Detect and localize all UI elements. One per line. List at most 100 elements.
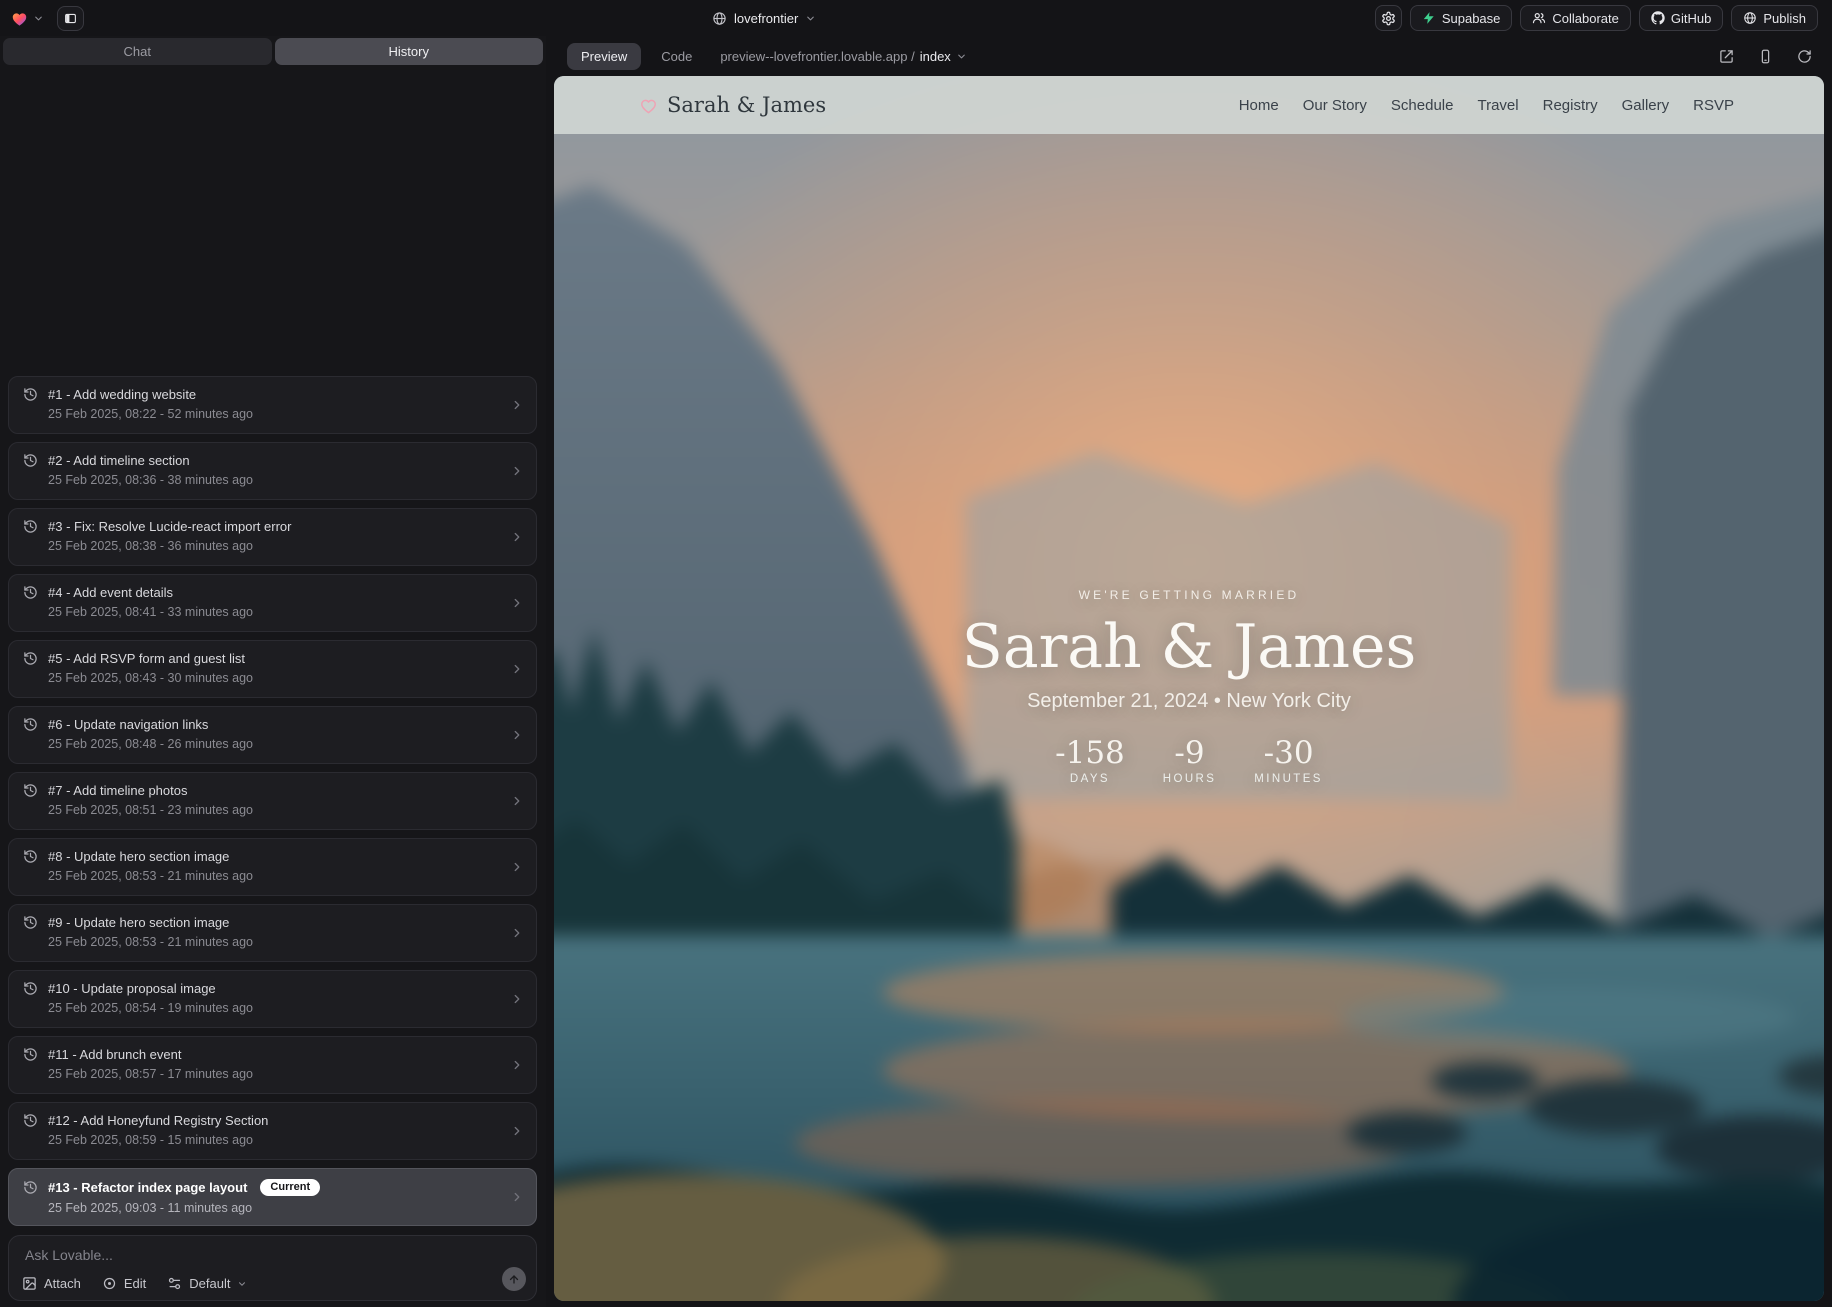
- history-item[interactable]: #8 - Update hero section image 25 Feb 20…: [8, 838, 537, 896]
- countdown-minutes-value: -30: [1254, 737, 1323, 770]
- history-clock-icon: [23, 1180, 38, 1195]
- tab-preview[interactable]: Preview: [567, 43, 641, 70]
- history-item-timestamp: 25 Feb 2025, 08:43 - 30 minutes ago: [48, 671, 522, 685]
- chat-composer: Attach Edit Default: [8, 1235, 537, 1301]
- ask-lovable-input[interactable]: [23, 1245, 484, 1271]
- globe-icon: [712, 11, 727, 26]
- nav-link-rsvp[interactable]: RSVP: [1693, 97, 1734, 114]
- top-bar: lovefrontier Supabase Collaborate GitHub…: [0, 0, 1832, 36]
- history-clock-icon: [23, 915, 38, 930]
- target-icon: [102, 1276, 117, 1291]
- history-item-title: #5 - Add RSVP form and guest list: [48, 651, 245, 666]
- open-external-button[interactable]: [1719, 49, 1734, 64]
- tab-code[interactable]: Code: [653, 49, 700, 64]
- history-list: #1 - Add wedding website 25 Feb 2025, 08…: [8, 376, 537, 1226]
- collaborate-button[interactable]: Collaborate: [1520, 5, 1631, 31]
- history-clock-icon: [23, 849, 38, 864]
- app-window: lovefrontier Supabase Collaborate GitHub…: [0, 0, 1832, 1307]
- countdown-minutes: -30 MINUTES: [1254, 737, 1323, 785]
- history-clock-icon: [23, 1047, 38, 1062]
- nav-link-registry[interactable]: Registry: [1543, 97, 1598, 114]
- tab-history[interactable]: History: [275, 38, 544, 65]
- history-item[interactable]: #13 - Refactor index page layout Current…: [8, 1168, 537, 1226]
- history-item-title: #7 - Add timeline photos: [48, 783, 187, 798]
- chevron-right-icon: [510, 464, 524, 478]
- history-item[interactable]: #12 - Add Honeyfund Registry Section 25 …: [8, 1102, 537, 1160]
- send-button[interactable]: [502, 1267, 526, 1291]
- chevron-right-icon: [510, 530, 524, 544]
- site-header: Sarah & James Home Our Story Schedule Trave…: [554, 76, 1824, 134]
- tab-chat[interactable]: Chat: [3, 38, 272, 65]
- site-logo[interactable]: Sarah & James: [639, 76, 826, 134]
- history-item-timestamp: 25 Feb 2025, 08:57 - 17 minutes ago: [48, 1067, 522, 1081]
- site-preview: Sarah & James Home Our Story Schedule Trave…: [554, 76, 1824, 1301]
- history-clock-icon: [23, 783, 38, 798]
- site-nav: Home Our Story Schedule Travel Registry Galle…: [1239, 76, 1734, 134]
- sidebar: Chat History #1 - Add wedding website 25…: [0, 36, 546, 1307]
- history-item[interactable]: #2 - Add timeline section 25 Feb 2025, 0…: [8, 442, 537, 500]
- nav-link-our-story[interactable]: Our Story: [1303, 97, 1367, 114]
- history-item-timestamp: 25 Feb 2025, 08:41 - 33 minutes ago: [48, 605, 522, 619]
- preview-url[interactable]: preview--lovefrontier.lovable.app / inde…: [720, 49, 966, 64]
- chevron-right-icon: [510, 992, 524, 1006]
- refresh-button[interactable]: [1797, 49, 1812, 64]
- history-item[interactable]: #5 - Add RSVP form and guest list 25 Feb…: [8, 640, 537, 698]
- panel-left-icon: [64, 11, 77, 26]
- edit-button[interactable]: Edit: [102, 1276, 146, 1291]
- preview-toolbar: Preview Code preview--lovefrontier.lovab…: [554, 36, 1824, 76]
- history-clock-icon: [23, 981, 38, 996]
- history-item-title: #12 - Add Honeyfund Registry Section: [48, 1113, 268, 1128]
- sidebar-toggle-button[interactable]: [57, 6, 84, 31]
- countdown: -158 DAYS -9 HOURS -30 MINUTES: [962, 737, 1417, 785]
- history-item-title: #13 - Refactor index page layout: [48, 1180, 247, 1195]
- supabase-button[interactable]: Supabase: [1410, 5, 1513, 31]
- hero-subtitle: September 21, 2024 • New York City: [962, 690, 1417, 713]
- gear-icon: [1381, 11, 1396, 26]
- sidebar-tabs: Chat History: [0, 36, 546, 65]
- settings-button[interactable]: [1375, 5, 1402, 31]
- mode-select[interactable]: Default: [167, 1276, 247, 1291]
- nav-link-travel[interactable]: Travel: [1477, 97, 1518, 114]
- chevron-right-icon: [510, 1190, 524, 1204]
- history-item[interactable]: #7 - Add timeline photos 25 Feb 2025, 08…: [8, 772, 537, 830]
- history-item[interactable]: #11 - Add brunch event 25 Feb 2025, 08:5…: [8, 1036, 537, 1094]
- history-item[interactable]: #3 - Fix: Resolve Lucide-react import er…: [8, 508, 537, 566]
- chevron-down-icon: [956, 51, 967, 62]
- mobile-view-button[interactable]: [1758, 49, 1773, 64]
- history-item-timestamp: 25 Feb 2025, 08:59 - 15 minutes ago: [48, 1133, 522, 1147]
- countdown-days-value: -158: [1055, 737, 1125, 770]
- history-item-title: #10 - Update proposal image: [48, 981, 216, 996]
- countdown-days-label: DAYS: [1055, 773, 1125, 785]
- history-item-title: #8 - Update hero section image: [48, 849, 229, 864]
- attach-button[interactable]: Attach: [22, 1276, 81, 1291]
- history-item[interactable]: #1 - Add wedding website 25 Feb 2025, 08…: [8, 376, 537, 434]
- github-button[interactable]: GitHub: [1639, 5, 1723, 31]
- countdown-hours: -9 HOURS: [1163, 737, 1217, 785]
- arrow-up-icon: [508, 1273, 520, 1286]
- edit-label: Edit: [124, 1276, 146, 1291]
- lovable-logo-menu[interactable]: [10, 9, 44, 28]
- nav-link-home[interactable]: Home: [1239, 97, 1279, 114]
- chevron-down-icon: [33, 13, 44, 24]
- publish-label: Publish: [1763, 11, 1806, 26]
- nav-link-schedule[interactable]: Schedule: [1391, 97, 1454, 114]
- preview-url-base: preview--lovefrontier.lovable.app /: [720, 49, 914, 64]
- nav-link-gallery[interactable]: Gallery: [1622, 97, 1670, 114]
- globe-icon: [1743, 11, 1757, 25]
- history-item-title: #2 - Add timeline section: [48, 453, 190, 468]
- countdown-days: -158 DAYS: [1055, 737, 1125, 785]
- publish-button[interactable]: Publish: [1731, 5, 1818, 31]
- github-label: GitHub: [1671, 11, 1711, 26]
- history-clock-icon: [23, 519, 38, 534]
- history-item[interactable]: #6 - Update navigation links 25 Feb 2025…: [8, 706, 537, 764]
- project-switcher[interactable]: lovefrontier: [712, 0, 816, 36]
- history-item-timestamp: 25 Feb 2025, 08:22 - 52 minutes ago: [48, 407, 522, 421]
- collaborate-label: Collaborate: [1552, 11, 1619, 26]
- history-item[interactable]: #9 - Update hero section image 25 Feb 20…: [8, 904, 537, 962]
- history-item[interactable]: #10 - Update proposal image 25 Feb 2025,…: [8, 970, 537, 1028]
- history-item-title: #6 - Update navigation links: [48, 717, 208, 732]
- history-item-timestamp: 25 Feb 2025, 08:53 - 21 minutes ago: [48, 869, 522, 883]
- history-item-timestamp: 25 Feb 2025, 09:03 - 11 minutes ago: [48, 1201, 522, 1215]
- chevron-right-icon: [510, 1124, 524, 1138]
- history-item[interactable]: #4 - Add event details 25 Feb 2025, 08:4…: [8, 574, 537, 632]
